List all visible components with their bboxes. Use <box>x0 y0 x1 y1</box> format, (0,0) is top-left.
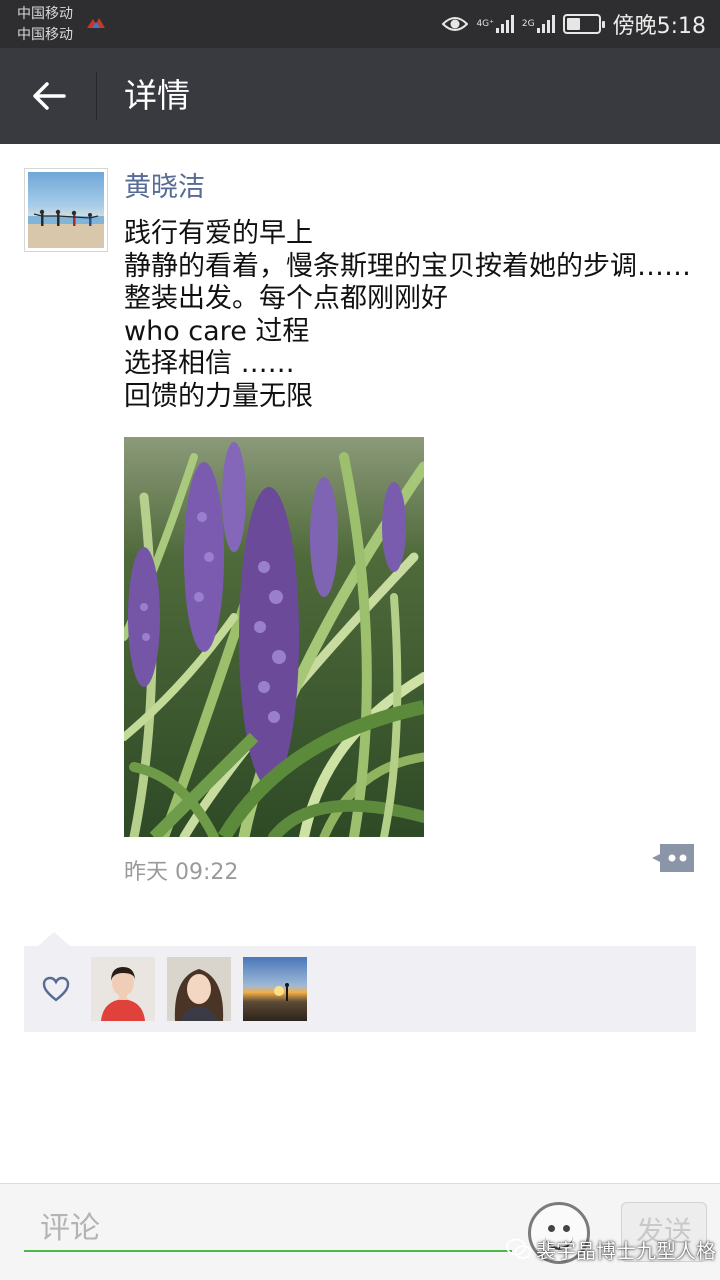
network-label-2: 2G <box>521 19 535 29</box>
likes-section <box>24 946 696 1032</box>
heart-icon <box>42 976 70 1002</box>
watermark-text: 裴宇晶博士九型人格 <box>536 1238 716 1263</box>
signal-icon <box>495 15 514 33</box>
battery-icon <box>562 14 605 34</box>
page-title: 详情 <box>124 76 190 115</box>
more-comment-icon[interactable] <box>652 842 696 874</box>
comment-input[interactable]: 评论 <box>24 1208 512 1252</box>
lavender-photo <box>124 437 424 837</box>
liker-avatar-1[interactable] <box>91 957 155 1021</box>
signal-2g: 2G <box>522 15 555 33</box>
likes-pointer <box>38 932 70 946</box>
post-line: 整装出发。每个点都刚刚好 <box>124 283 448 314</box>
eye-icon <box>442 17 469 31</box>
post-line: who care 过程 <box>124 315 310 347</box>
status-time: 傍晚5:18 <box>612 14 706 39</box>
post-time: 昨天 09:22 <box>124 860 239 885</box>
author-name[interactable]: 黄晓洁 <box>124 170 205 206</box>
carrier-logo-icon <box>87 18 105 28</box>
carrier-label-2: 中国移动 <box>17 27 73 43</box>
post-line: 选择相信 …… <box>124 348 295 379</box>
wechat-logo-icon <box>506 1238 532 1259</box>
comment-bar: 评论 发送 <box>0 1183 720 1280</box>
network-label-1: 4G⁺ <box>476 19 494 29</box>
post-line: 践行有爱的早上 <box>124 218 313 249</box>
arrow-left-icon <box>33 82 66 110</box>
signal-4g: 4G⁺ <box>476 15 514 33</box>
status-icons: 4G⁺ 2G 傍晚5:18 <box>442 0 706 48</box>
status-bar: 中国移动 中国移动 4G⁺ 2G 傍晚5:18 <box>0 0 720 48</box>
liker-avatar-2[interactable] <box>167 957 231 1021</box>
back-button[interactable] <box>22 70 76 122</box>
battery-level <box>566 18 581 30</box>
signal-icon <box>536 15 555 33</box>
post-line: 静静的看着，慢条斯理的宝贝按着她的步调…… <box>124 250 691 282</box>
post-text: 践行有爱的早上 静静的看着，慢条斯理的宝贝按着她的步调…… 整装出发。每个点都刚… <box>124 218 714 413</box>
title-divider <box>96 72 97 120</box>
author-avatar[interactable] <box>24 168 108 252</box>
carrier-label-1: 中国移动 <box>17 6 73 22</box>
post-photo[interactable] <box>124 437 424 837</box>
title-bar: 详情 <box>0 48 720 144</box>
watermark: 裴宇晶博士九型人格 <box>506 1234 716 1264</box>
liker-avatar-3[interactable] <box>243 957 307 1021</box>
beach-people-image <box>28 209 104 248</box>
post-line: 回馈的力量无限 <box>124 380 313 412</box>
